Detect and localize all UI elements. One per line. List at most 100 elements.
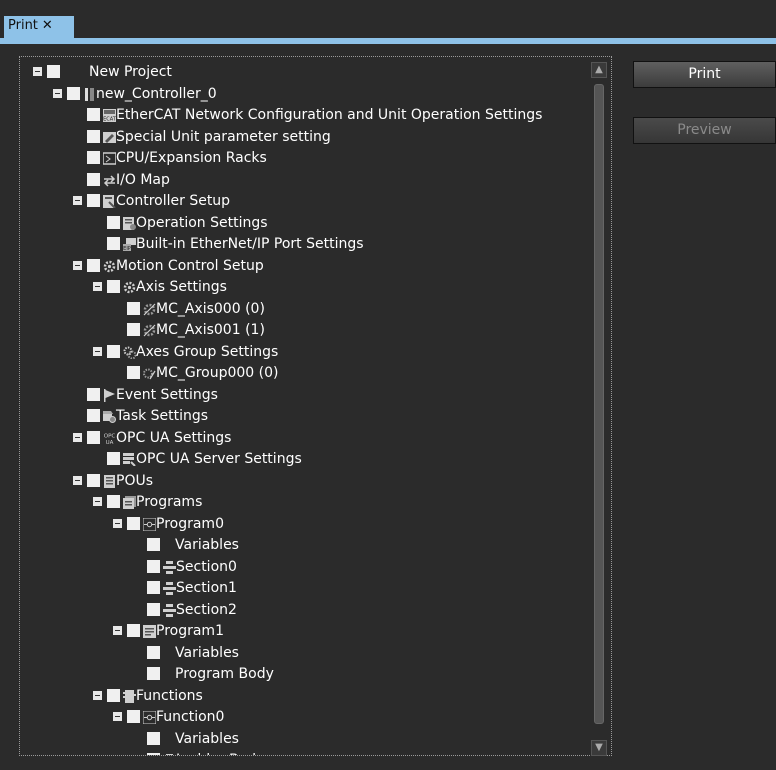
collapse-icon[interactable]	[93, 690, 102, 700]
tree-item[interactable]: Section2	[20, 600, 590, 620]
print-checkbox[interactable]	[87, 129, 100, 143]
tab-strip: Print ✕	[0, 0, 776, 44]
tree-item[interactable]: Variables	[20, 729, 590, 749]
collapse-icon[interactable]	[73, 432, 82, 442]
print-checkbox[interactable]	[147, 731, 160, 745]
close-icon[interactable]: ✕	[42, 18, 53, 33]
tree-item[interactable]: OPC UA OPC UA Settings	[20, 428, 590, 448]
tree-scrollbar[interactable]: ▲ ▼	[591, 62, 607, 756]
tree-item[interactable]: Functions	[20, 686, 590, 706]
collapse-icon[interactable]	[113, 712, 122, 721]
tree-item-label: Functions	[136, 687, 203, 704]
tree-item[interactable]: Operation Settings	[20, 213, 590, 233]
print-checkbox[interactable]	[87, 473, 100, 487]
collapse-icon[interactable]	[113, 518, 122, 528]
tree-item-label: Section1	[176, 580, 237, 596]
print-checkbox[interactable]	[87, 430, 100, 444]
print-checkbox[interactable]	[147, 602, 160, 616]
programs-icon	[123, 495, 136, 509]
print-checkbox[interactable]	[127, 323, 140, 336]
print-checkbox[interactable]	[127, 710, 140, 723]
print-checkbox[interactable]	[147, 667, 160, 680]
tree-item[interactable]: Axis Settings	[20, 277, 590, 297]
collapse-icon[interactable]	[93, 346, 102, 356]
tab-print[interactable]: Print ✕	[4, 16, 74, 38]
print-checkbox[interactable]	[107, 495, 120, 508]
tree-item-label: Built-in EtherNet/IP Port Settings	[136, 236, 364, 252]
print-checkbox[interactable]	[147, 559, 160, 573]
tree-item[interactable]: Program1	[20, 621, 590, 641]
print-button[interactable]: Print	[633, 61, 776, 88]
print-checkbox[interactable]	[87, 409, 100, 422]
tree-item-label: Programs	[136, 494, 203, 510]
print-checkbox[interactable]	[67, 86, 80, 100]
ladder-program-icon	[142, 517, 157, 531]
tree-item[interactable]: Motion Control Setup	[20, 256, 590, 276]
print-checkbox[interactable]	[87, 151, 100, 164]
tree-item[interactable]: Function0	[20, 707, 590, 727]
tree-item[interactable]: POUs	[20, 471, 590, 491]
print-checkbox[interactable]	[107, 215, 120, 229]
print-checkbox[interactable]	[107, 344, 120, 358]
print-checkbox[interactable]	[87, 172, 100, 186]
controller-icon	[83, 87, 96, 101]
tree-item[interactable]: Variables	[20, 643, 590, 663]
print-checkbox[interactable]	[87, 258, 100, 272]
scroll-down-icon[interactable]: ▼	[591, 740, 607, 756]
print-checkbox[interactable]	[87, 387, 100, 401]
print-checkbox[interactable]	[127, 516, 140, 530]
tree-item[interactable]: Program Body	[20, 664, 590, 684]
print-checkbox[interactable]	[87, 108, 100, 121]
tree-item[interactable]: MC_Axis001 (1)	[20, 320, 590, 340]
collapse-icon[interactable]	[113, 626, 122, 635]
functions-icon	[123, 689, 136, 703]
tree-item[interactable]: EIP Built-in EtherNet/IP Port Settings	[20, 234, 590, 254]
tree-item-label: Section2	[176, 601, 237, 618]
tree-item[interactable]: Programs	[20, 492, 590, 512]
tree-item[interactable]: Controller Setup	[20, 191, 590, 211]
print-checkbox[interactable]	[147, 753, 160, 755]
scroll-up-icon[interactable]: ▲	[591, 62, 607, 78]
print-checkbox[interactable]	[107, 452, 120, 465]
tree-item[interactable]: OPC UA Server Settings	[20, 449, 590, 469]
collapse-icon[interactable]	[53, 88, 62, 98]
preview-button[interactable]: Preview	[633, 117, 776, 144]
collapse-icon[interactable]	[33, 67, 42, 76]
collapse-icon[interactable]	[73, 475, 82, 485]
tree-item[interactable]: I/O Map	[20, 170, 590, 190]
tree-item[interactable]: Program0	[20, 514, 590, 534]
tree-item[interactable]: Section0	[20, 557, 590, 577]
tree-item[interactable]: Task Settings	[20, 406, 590, 426]
print-checkbox[interactable]	[107, 280, 120, 293]
print-checkbox[interactable]	[147, 538, 160, 551]
tree-item[interactable]: Variables	[20, 535, 590, 555]
tree-item[interactable]: MC_Group000 (0)	[20, 363, 590, 383]
collapse-icon[interactable]	[93, 497, 102, 506]
print-checkbox[interactable]	[127, 624, 140, 637]
tree-item[interactable]: Axes Group Settings	[20, 342, 590, 362]
scroll-thumb[interactable]	[594, 84, 604, 724]
tree-item[interactable]: New Project	[20, 62, 590, 82]
print-checkbox[interactable]	[87, 194, 100, 207]
print-checkbox[interactable]	[47, 65, 60, 78]
tree-item[interactable]: new_Controller_0	[20, 84, 590, 104]
tree-item[interactable]: Event Settings	[20, 385, 590, 405]
tree-item[interactable]: MC_Axis000 (0)	[20, 299, 590, 319]
tree-item[interactable]: ECAT EtherCAT Network Configuration and U…	[20, 105, 590, 125]
print-checkbox[interactable]	[127, 366, 140, 379]
io-map-icon	[103, 173, 116, 187]
tree-item[interactable]: Ladder Body	[20, 750, 590, 755]
print-checkbox[interactable]	[127, 301, 140, 315]
st-program-icon	[143, 624, 156, 638]
print-checkbox[interactable]	[147, 645, 160, 659]
collapse-icon[interactable]	[73, 260, 82, 270]
print-checkbox[interactable]	[147, 581, 160, 594]
print-checkbox[interactable]	[107, 237, 120, 250]
print-checkbox[interactable]	[107, 688, 120, 702]
collapse-icon[interactable]	[93, 282, 102, 291]
tree-item[interactable]: CPU/Expansion Racks	[20, 148, 590, 168]
tree-item[interactable]: Special Unit parameter setting	[20, 127, 590, 147]
tree-item-label: Operation Settings	[136, 214, 268, 231]
tree-item[interactable]: Section1	[20, 578, 590, 598]
collapse-icon[interactable]	[73, 196, 82, 205]
